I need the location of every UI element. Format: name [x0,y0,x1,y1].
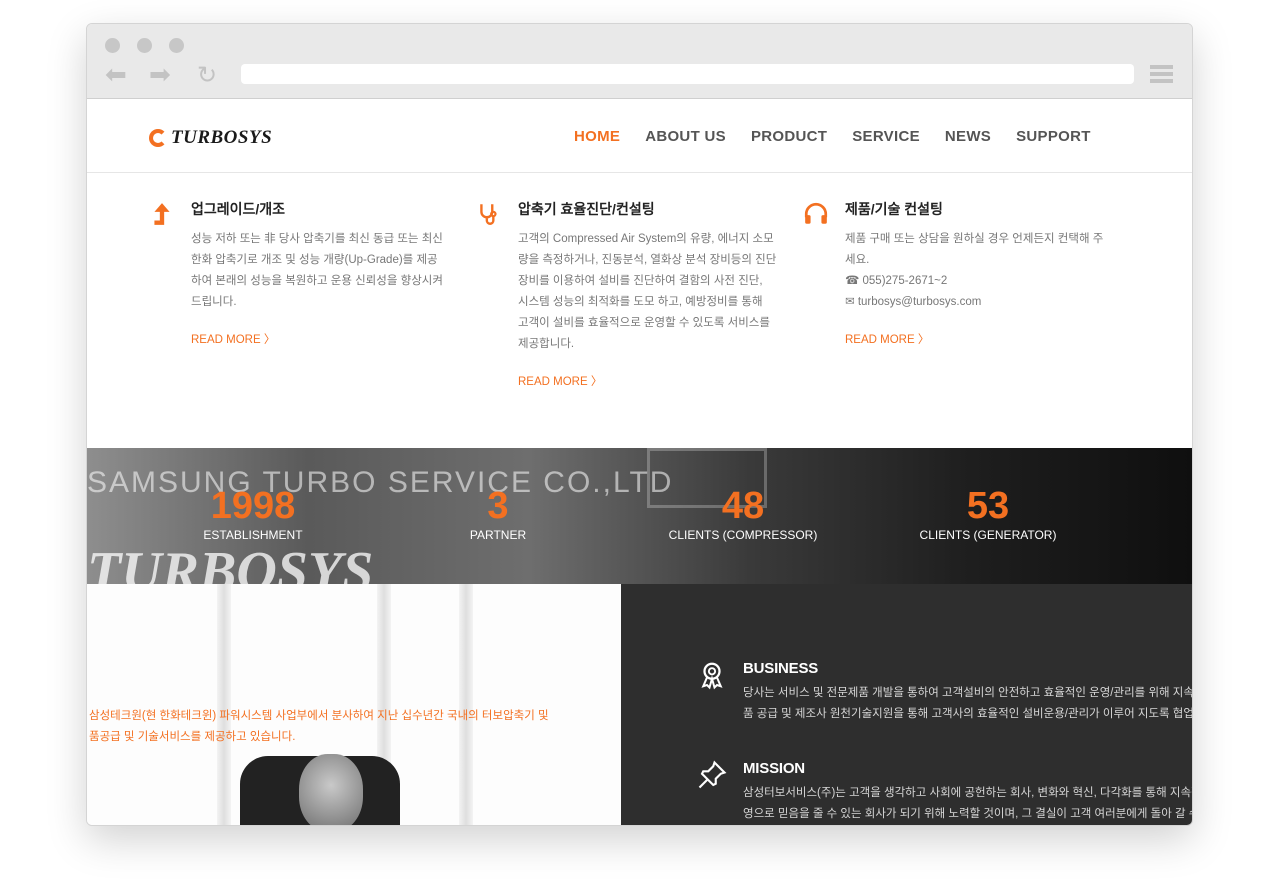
business-text: 당사는 서비스 및 전문제품 개발을 통하여 고객설비의 안전하고 효율적인 운… [743,687,1193,720]
stat-value: 3 [487,485,509,527]
nav-support[interactable]: SUPPORT [1016,128,1091,145]
stat-label: PARTNER [469,528,527,542]
stat-partner: 3 PARTNER [398,486,598,542]
logo-text: TURBOSYS [171,127,273,148]
service-title: 제품/기술 컨설팅 [845,201,943,217]
stat-label: CLIENTS (GENERATOR) [919,528,1057,542]
nav-product[interactable]: PRODUCT [751,128,827,145]
logo-mark-icon [149,129,167,147]
site-header: TURBOSYS HOME ABOUT US PRODUCT SERVICE N… [87,99,1192,173]
read-more-link[interactable]: READ MORE 〉 [191,331,275,347]
stethoscope-icon [480,204,497,225]
service-description: 고객의 Compressed Air System의 유량, 에너지 소모 량을… [518,233,777,350]
logo[interactable]: TURBOSYS [149,127,273,148]
mission-text: 삼성터보서비스(주)는 고객을 생각하고 사회에 공헌하는 회사, 변화와 혁신… [743,787,1193,820]
read-more-link[interactable]: READ MORE 〉 [518,373,602,389]
phone-number: ☎ 055)275-2671~2 [845,275,948,287]
headphones-icon [804,202,828,224]
stat-label: ESTABLISHMENT [203,528,303,542]
award-ribbon-icon [701,662,723,690]
nav-news[interactable]: NEWS [945,128,991,145]
service-description: 제품 구매 또는 상담을 원하실 경우 언제든지 컨택해 주 세요. ☎ 055… [845,233,1104,308]
business-title: BUSINESS [743,660,819,677]
forward-arrow-icon[interactable]: ➡ [149,62,171,88]
arrow-up-icon [154,203,170,225]
pushpin-icon [698,760,727,789]
services-section: 업그레이드/개조 성능 저하 또는 非 당사 압축기를 최신 동급 또는 최신 … [87,199,1192,449]
business-block: BUSINESS 당사는 서비스 및 전문제품 개발을 통하여 고객설비의 안전… [701,660,1193,725]
service-title: 압축기 효율진단/컨설팅 [518,201,655,217]
mission-block: MISSION 삼성터보서비스(주)는 고객을 생각하고 사회에 공헌하는 회사… [698,760,1193,825]
ceo-photo [299,754,363,825]
business-mission-section: BUSINESS 당사는 서비스 및 전문제품 개발을 통하여 고객설비의 안전… [621,584,1193,825]
window-dot-maximize[interactable] [169,38,184,53]
read-more-link[interactable]: READ MORE 〉 [845,331,929,347]
nav-about-us[interactable]: ABOUT US [645,128,726,145]
stat-clients-compressor: 48 CLIENTS (COMPRESSOR) [643,486,843,542]
mission-title: MISSION [743,760,805,777]
stat-value: 53 [966,485,1010,527]
browser-window: ⬅ ➡ ↻ TURBOSYS HOME ABOUT US PRODUCT SER… [86,23,1193,826]
window-dot-minimize[interactable] [137,38,152,53]
service-consulting: 제품/기술 컨설팅 제품 구매 또는 상담을 원하실 경우 언제든지 컨택해 주… [804,199,1135,348]
main-nav: HOME ABOUT US PRODUCT SERVICE NEWS SUPPO… [574,128,1116,145]
browser-menu-icon[interactable] [1150,65,1173,83]
stat-value: 1998 [210,485,296,527]
service-diagnosis: 압축기 효율진단/컨설팅 고객의 Compressed Air System의 … [480,199,808,390]
service-upgrade: 업그레이드/개조 성능 저하 또는 非 당사 압축기를 최신 동급 또는 최신 … [154,199,481,348]
stat-value: 48 [721,485,765,527]
stat-establishment: 1998 ESTABLISHMENT [153,486,353,542]
email-address: ✉ turbosys@turbosys.com [845,296,982,308]
stats-banner: SAMSUNG TURBO SERVICE CO.,LTD TURBOSYS 1… [87,448,1192,584]
service-title: 업그레이드/개조 [191,201,286,217]
browser-chrome: ⬅ ➡ ↻ [87,24,1192,99]
address-bar[interactable] [241,64,1134,84]
stat-clients-generator: 53 CLIENTS (GENERATOR) [888,486,1088,542]
nav-service[interactable]: SERVICE [852,128,920,145]
window-dot-close[interactable] [105,38,120,53]
nav-home[interactable]: HOME [574,128,620,145]
refresh-icon[interactable]: ↻ [197,62,217,88]
intro-section: 삼성테크원(현 한화테크윈) 파워시스템 사업부에서 분사하여 지난 십수년간 … [87,584,621,825]
window-blind [459,584,473,825]
stat-label: CLIENTS (COMPRESSOR) [668,528,818,542]
window-blind [217,584,231,825]
service-description: 성능 저하 또는 非 당사 압축기를 최신 동급 또는 최신 한화 압축기로 개… [191,233,443,308]
stats-background-logo: TURBOSYS [87,541,374,584]
back-arrow-icon[interactable]: ⬅ [105,62,127,88]
intro-text: 삼성테크원(현 한화테크윈) 파워시스템 사업부에서 분사하여 지난 십수년간 … [89,710,549,743]
